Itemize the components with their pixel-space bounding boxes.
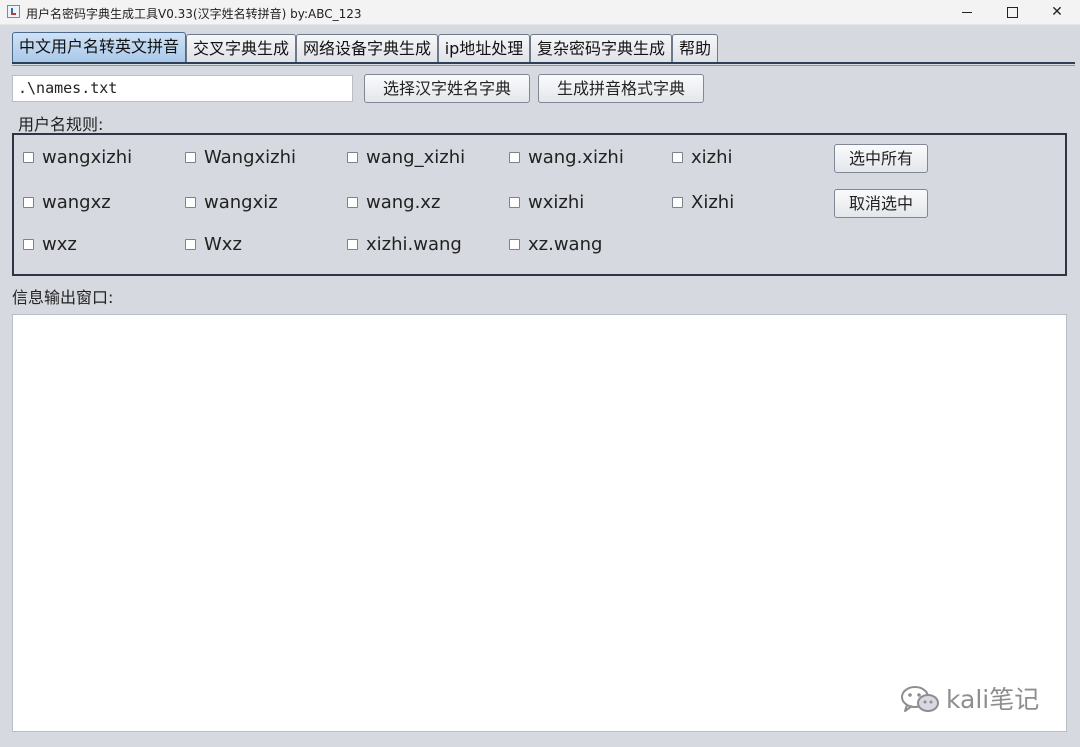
output-textarea[interactable]	[12, 314, 1067, 732]
checkbox-icon[interactable]	[23, 197, 34, 208]
tab-network-device-dict[interactable]: 网络设备字典生成	[296, 34, 438, 62]
rule-label: wxz	[42, 234, 77, 255]
tab-cross-dict[interactable]: 交叉字典生成	[186, 34, 296, 62]
rule-label: Xizhi	[691, 192, 735, 213]
select-name-dict-button[interactable]: 选择汉字姓名字典	[364, 74, 530, 103]
select-all-button[interactable]: 选中所有	[834, 144, 928, 173]
rule-label: wang_xizhi	[366, 147, 466, 168]
maximize-icon	[1006, 6, 1018, 18]
close-icon: ✕	[1051, 4, 1063, 20]
checkbox-icon[interactable]	[185, 197, 196, 208]
checkbox-icon[interactable]	[672, 197, 683, 208]
minimize-icon	[962, 11, 972, 13]
maximize-button[interactable]	[989, 0, 1035, 24]
checkbox-icon[interactable]	[509, 239, 520, 250]
rule-label: wxizhi	[528, 192, 585, 213]
checkbox-icon[interactable]	[672, 152, 683, 163]
checkbox-icon[interactable]	[347, 197, 358, 208]
generate-pinyin-dict-button[interactable]: 生成拼音格式字典	[538, 74, 704, 103]
wechat-icon	[901, 686, 939, 712]
checkbox-icon[interactable]	[185, 239, 196, 250]
rule-label: wang.xizhi	[528, 147, 624, 168]
checkbox-icon[interactable]	[509, 152, 520, 163]
rule-label: Wangxizhi	[204, 147, 297, 168]
tab-complex-password[interactable]: 复杂密码字典生成	[530, 34, 672, 62]
tab-help[interactable]: 帮助	[672, 34, 718, 62]
rule-label: wangxiz	[204, 192, 278, 213]
app-icon	[7, 5, 20, 18]
rule-label: xizhi	[691, 147, 733, 168]
minimize-button[interactable]	[944, 0, 990, 24]
rule-label: Wxz	[204, 234, 242, 255]
rule-label: wang.xz	[366, 192, 441, 213]
rule-label: wangxizhi	[42, 147, 133, 168]
checkbox-icon[interactable]	[347, 152, 358, 163]
title-bar: 用户名密码字典生成工具V0.33(汉字姓名转拼音) by:ABC_123 ✕	[0, 0, 1080, 25]
window-title: 用户名密码字典生成工具V0.33(汉字姓名转拼音) by:ABC_123	[26, 7, 362, 21]
checkbox-icon[interactable]	[509, 197, 520, 208]
tab-ip-processing[interactable]: ip地址处理	[438, 34, 530, 62]
file-path-input[interactable]: .\names.txt	[12, 75, 353, 102]
checkbox-icon[interactable]	[23, 239, 34, 250]
rule-label: wangxz	[42, 192, 111, 213]
tab-divider-shadow	[12, 65, 1075, 66]
rule-label: xizhi.wang	[366, 234, 462, 255]
rule-label: xz.wang	[528, 234, 603, 255]
close-button[interactable]: ✕	[1034, 0, 1080, 24]
watermark-text: kali笔记	[946, 685, 1040, 714]
tab-chinese-to-pinyin[interactable]: 中文用户名转英文拼音	[12, 32, 186, 62]
output-window-label: 信息输出窗口:	[12, 288, 114, 307]
deselect-all-button[interactable]: 取消选中	[834, 189, 928, 218]
tab-divider	[12, 62, 1075, 64]
username-rules-label: 用户名规则:	[18, 115, 104, 134]
checkbox-icon[interactable]	[185, 152, 196, 163]
checkbox-icon[interactable]	[347, 239, 358, 250]
checkbox-icon[interactable]	[23, 152, 34, 163]
